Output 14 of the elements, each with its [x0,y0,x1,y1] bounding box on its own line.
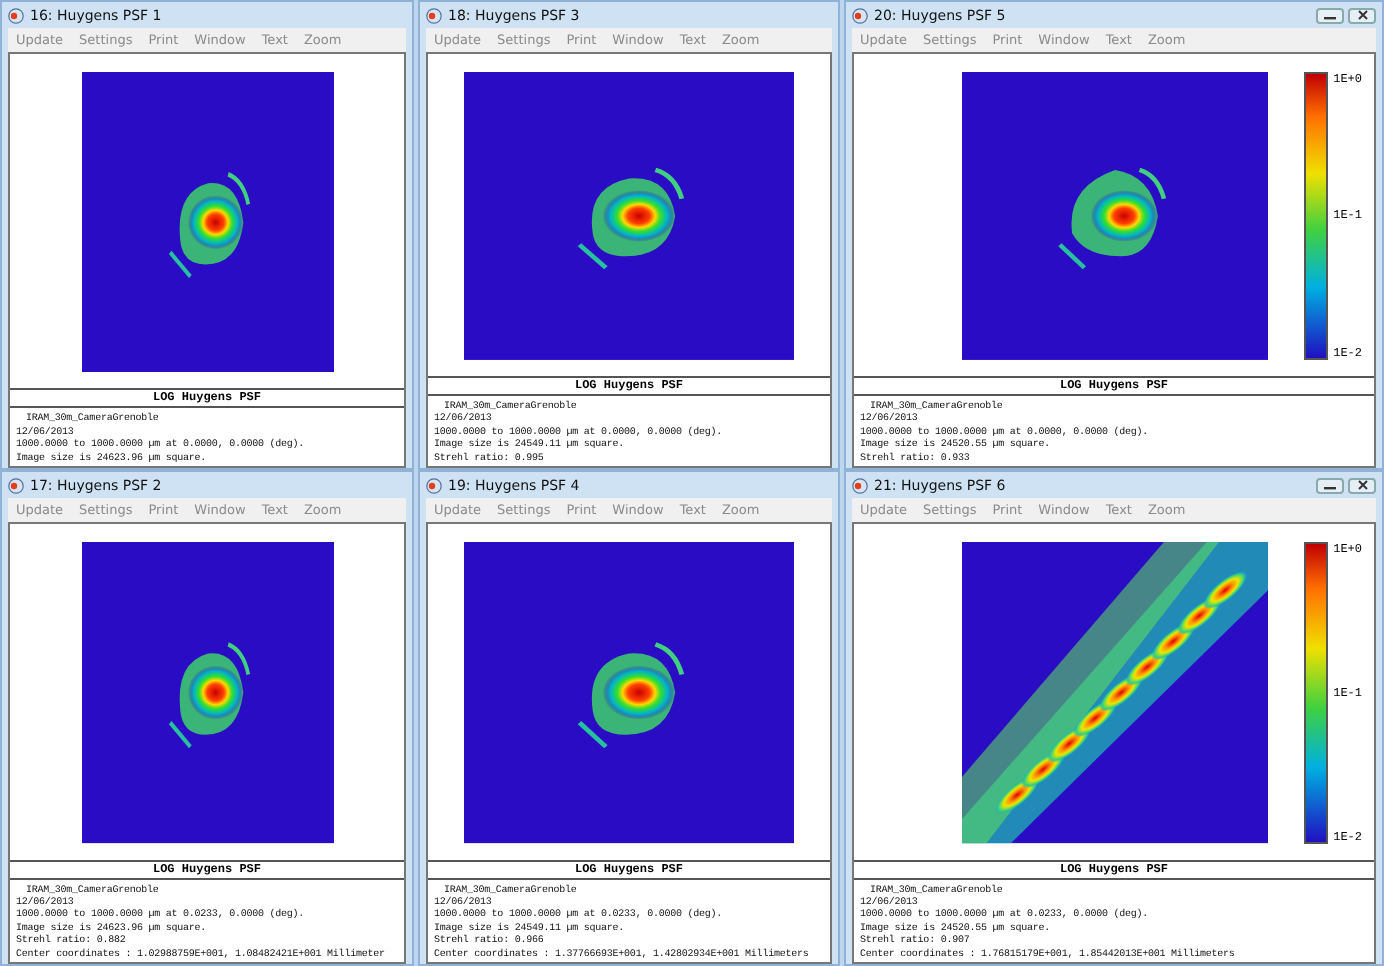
app-icon [426,477,442,493]
app-icon [852,477,868,493]
app-icon [852,7,868,23]
minimize-button[interactable] [1316,7,1344,23]
minimize-button[interactable] [1316,477,1344,493]
app-icon [8,477,24,493]
close-icon [1357,10,1367,20]
close-button[interactable] [1348,477,1376,493]
close-button[interactable] [1348,7,1376,23]
app-icon [426,7,442,23]
close-icon [1357,480,1367,490]
minimize-icon [1324,11,1336,19]
minimize-icon [1324,481,1336,489]
app-icon [8,7,24,23]
